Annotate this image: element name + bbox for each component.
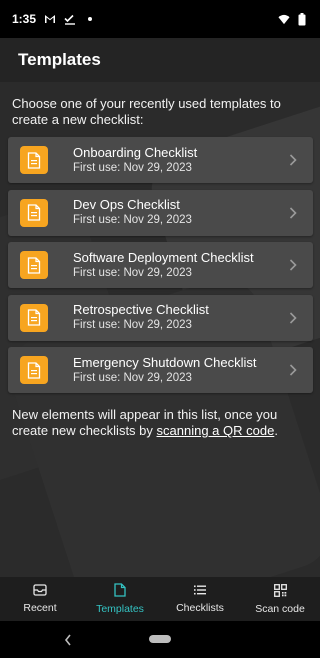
template-first-use: First use: Nov 29, 2023 [73,214,192,226]
scan-qr-link[interactable]: scanning a QR code [157,423,275,438]
nav-item-templates[interactable]: Templates [80,577,160,621]
template-first-use: First use: Nov 29, 2023 [73,371,192,384]
nav-label: Scan code [255,602,305,615]
template-card-text: Retrospective Checklist First use: Nov 2… [73,302,283,333]
chevron-right-icon [283,203,303,223]
template-title: Software Deployment Checklist [73,249,254,265]
template-first-use: First use: Nov 29, 2023 [73,161,192,174]
nav-label: Checklists [176,602,224,614]
bottom-nav: Recent Templates Checklists Scan code [0,577,320,621]
template-card-text: Dev Ops Checklist First use: Nov 29, 202… [73,197,283,228]
template-first-use: First use: Nov 29, 2023 [73,266,192,279]
template-card[interactable]: Software Deployment Checklist First use:… [8,242,313,288]
status-bar: 1:35 [0,0,320,38]
nav-label: Templates [96,603,144,615]
nav-item-checklists[interactable]: Checklists [160,577,240,621]
template-card-text: Software Deployment Checklist First use:… [73,250,283,281]
document-icon [20,303,48,332]
template-card[interactable]: Emergency Shutdown Checklist First use: … [8,347,313,393]
status-right [278,12,308,25]
document-icon [20,146,48,174]
template-title: Dev Ops Checklist [73,197,180,212]
dot-icon [84,13,96,25]
nav-item-scan-code[interactable]: Scan code [240,577,320,621]
template-list: Onboarding Checklist First use: Nov 29, … [8,137,313,400]
system-nav-bar [0,621,320,658]
document-icon [114,583,126,600]
status-time: 1:35 [12,12,37,26]
check-icon [64,13,76,25]
document-icon [20,198,48,227]
intro-text: Choose one of your recently used templat… [12,96,281,127]
document-icon [20,356,48,384]
list-icon [193,584,207,599]
inbox-icon [33,584,47,599]
status-left: 1:35 [12,12,96,26]
template-title: Onboarding Checklist [73,144,198,160]
document-icon [20,251,48,279]
template-card-text: Emergency Shutdown Checklist First use: … [73,355,283,386]
template-title: Retrospective Checklist [73,302,209,317]
template-card[interactable]: Onboarding Checklist First use: Nov 29, … [8,137,313,183]
template-title: Emergency Shutdown Checklist [73,354,257,370]
wifi-icon [278,13,290,25]
template-card[interactable]: Retrospective Checklist First use: Nov 2… [8,294,313,341]
empty-hint-text: New elements will appear in this list, o… [12,407,312,439]
nav-label: Recent [23,602,57,614]
home-pill[interactable] [149,635,171,643]
battery-icon [296,12,308,25]
hint-text-after: . [274,423,278,438]
back-icon[interactable] [64,633,74,646]
gmail-icon [44,13,56,25]
nav-item-recent[interactable]: Recent [0,577,80,621]
page-title: Templates [18,50,101,69]
chevron-right-icon [283,150,303,170]
template-first-use: First use: Nov 29, 2023 [73,319,192,331]
chevron-right-icon [283,255,303,275]
main-content[interactable]: Choose one of your recently used templat… [0,82,320,577]
template-card-text: Onboarding Checklist First use: Nov 29, … [73,145,283,176]
qr-code-icon [273,583,287,600]
app-bar: Templates [0,38,320,82]
template-card[interactable]: Dev Ops Checklist First use: Nov 29, 202… [8,189,313,236]
chevron-right-icon [283,308,303,328]
chevron-right-icon [283,360,303,380]
